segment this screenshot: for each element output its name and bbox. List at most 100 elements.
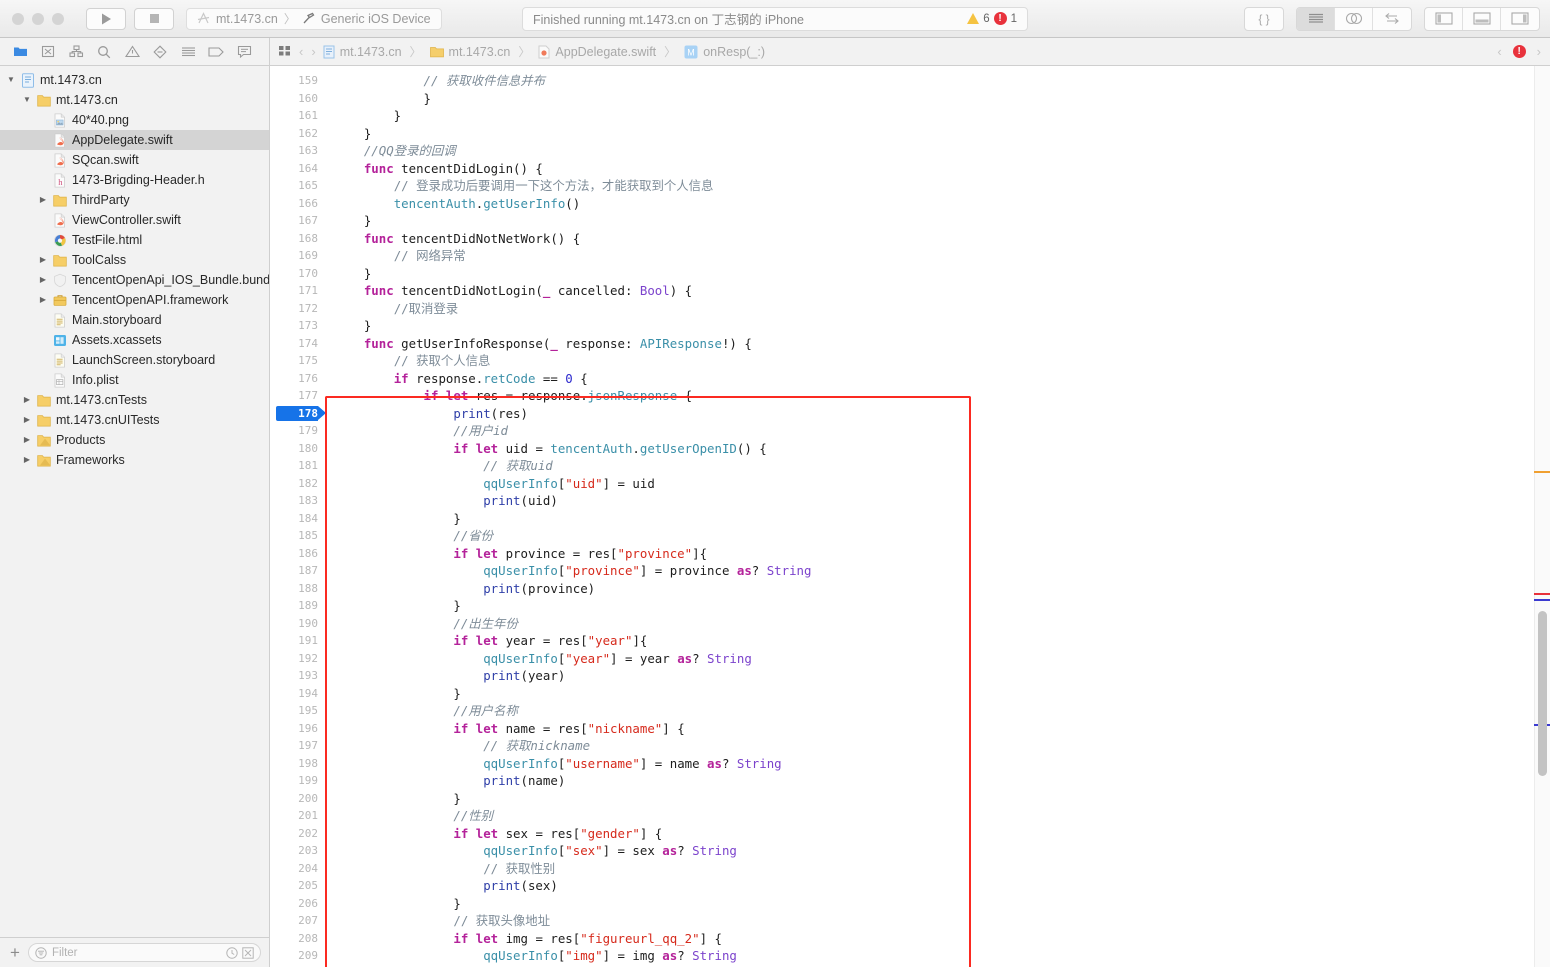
prev-issue-button[interactable]: ‹ bbox=[1496, 44, 1502, 59]
line-number[interactable]: 160 bbox=[270, 90, 318, 108]
code-content[interactable]: // 获取收件信息并布 } } } //QQ登录的回调 func tencent… bbox=[326, 66, 1550, 967]
line-number-gutter[interactable]: 159 160 161 162 163 164 165 166 167 168 169 170 171 1… bbox=[270, 66, 326, 967]
line-number[interactable]: 175 bbox=[270, 352, 318, 370]
standard-editor-icon[interactable] bbox=[1297, 7, 1335, 30]
window-controls[interactable] bbox=[0, 12, 64, 25]
line-number[interactable]: 180 bbox=[270, 440, 318, 458]
line-number[interactable]: 209 bbox=[270, 947, 318, 965]
navigator-row-main-storyboard[interactable]: ▸ Main.storyboard bbox=[0, 310, 269, 330]
test-navigator-icon[interactable] bbox=[148, 42, 172, 62]
code-line[interactable]: } bbox=[326, 597, 1550, 615]
code-line[interactable]: } bbox=[326, 265, 1550, 283]
line-number[interactable]: 178 bbox=[270, 405, 318, 423]
navigator-row-viewcontroller-swift[interactable]: ▸ ViewController.swift bbox=[0, 210, 269, 230]
code-line[interactable]: } bbox=[326, 510, 1550, 528]
code-line[interactable]: //省份 bbox=[326, 527, 1550, 545]
code-line[interactable]: } bbox=[326, 125, 1550, 143]
navigator-row-testfile-html[interactable]: ▸ TestFile.html bbox=[0, 230, 269, 250]
breadcrumb-symbol[interactable]: M onResp(_:) bbox=[684, 45, 765, 59]
line-number[interactable]: 192 bbox=[270, 650, 318, 668]
code-line[interactable]: } bbox=[326, 317, 1550, 335]
editor-vertical-scrollbar[interactable] bbox=[1534, 66, 1550, 967]
line-number[interactable]: 176 bbox=[270, 370, 318, 388]
line-number[interactable]: 193 bbox=[270, 667, 318, 685]
jump-bar[interactable]: ‹ › mt.1473.cn 〉 mt.1473.cn 〉 AppDelegat… bbox=[270, 38, 1550, 65]
code-line[interactable]: // 获取个人信息 bbox=[326, 352, 1550, 370]
disclosure-triangle-closed[interactable]: ▶ bbox=[22, 416, 32, 424]
code-line[interactable]: //性别 bbox=[326, 807, 1550, 825]
code-line[interactable]: print(sex) bbox=[326, 877, 1550, 895]
disclosure-triangle-closed[interactable]: ▶ bbox=[38, 296, 48, 304]
close-button[interactable] bbox=[12, 12, 24, 25]
code-line[interactable]: qqUserInfo["img"] = img as? String bbox=[326, 947, 1550, 965]
code-line[interactable]: print(res) bbox=[326, 405, 1550, 423]
folder-icon[interactable] bbox=[8, 42, 32, 62]
line-number[interactable]: 189 bbox=[270, 597, 318, 615]
code-line[interactable]: qqUserInfo["year"] = year as? String bbox=[326, 650, 1550, 668]
code-line[interactable]: qqUserInfo["username"] = name as? String bbox=[326, 755, 1550, 773]
code-line[interactable]: qqUserInfo["province"] = province as? St… bbox=[326, 562, 1550, 580]
code-line[interactable]: // 获取nickname bbox=[326, 737, 1550, 755]
navigator-filter-bar[interactable]: + Filter bbox=[0, 937, 269, 967]
code-line[interactable]: func tencentDidNotLogin(_ cancelled: Boo… bbox=[326, 282, 1550, 300]
symbol-navigator-icon[interactable] bbox=[64, 42, 88, 62]
line-number[interactable]: 190 bbox=[270, 615, 318, 633]
stop-button[interactable] bbox=[134, 7, 174, 30]
code-line[interactable]: } bbox=[326, 685, 1550, 703]
line-number[interactable]: 181 bbox=[270, 457, 318, 475]
line-number[interactable]: 186 bbox=[270, 545, 318, 563]
line-number[interactable]: 172 bbox=[270, 300, 318, 318]
line-number[interactable]: 173 bbox=[270, 317, 318, 335]
navigator-row-40-40-png[interactable]: ▸ 40*40.png bbox=[0, 110, 269, 130]
line-number[interactable]: 185 bbox=[270, 527, 318, 545]
code-line[interactable]: qqUserInfo["uid"] = uid bbox=[326, 475, 1550, 493]
project-tree[interactable]: ▼ mt.1473.cn ▼ mt.1473.cn ▸ 40*40.png ▸ AppDele… bbox=[0, 66, 269, 937]
line-number[interactable]: 203 bbox=[270, 842, 318, 860]
disclosure-triangle-closed[interactable]: ▶ bbox=[22, 396, 32, 404]
related-items-icon[interactable] bbox=[278, 44, 292, 60]
code-line[interactable]: if let year = res["year"]{ bbox=[326, 632, 1550, 650]
disclosure-triangle-closed[interactable]: ▶ bbox=[22, 456, 32, 464]
bottom-panel-icon[interactable] bbox=[1463, 7, 1501, 30]
line-number[interactable]: 208 bbox=[270, 930, 318, 948]
line-number[interactable]: 200 bbox=[270, 790, 318, 808]
left-panel-icon[interactable] bbox=[1425, 7, 1463, 30]
line-number[interactable]: 164 bbox=[270, 160, 318, 178]
code-line[interactable]: func tencentDidLogin() { bbox=[326, 160, 1550, 178]
line-number[interactable]: 165 bbox=[270, 177, 318, 195]
code-line[interactable]: // 获取性别 bbox=[326, 860, 1550, 878]
line-number[interactable]: 187 bbox=[270, 562, 318, 580]
code-line[interactable]: print(name) bbox=[326, 772, 1550, 790]
code-line[interactable]: if let img = res["figureurl_qq_2"] { bbox=[326, 930, 1550, 948]
navigator-row-mt-1473-cn[interactable]: ▼ mt.1473.cn bbox=[0, 90, 269, 110]
disclosure-triangle-closed[interactable]: ▶ bbox=[38, 276, 48, 284]
code-line[interactable]: print(uid) bbox=[326, 492, 1550, 510]
titlebar-right-controls[interactable]: { } bbox=[1244, 6, 1540, 31]
navigator-selector-bar[interactable] bbox=[0, 38, 270, 65]
code-line[interactable]: //取消登录 bbox=[326, 300, 1550, 318]
search-icon[interactable] bbox=[92, 42, 116, 62]
line-number[interactable]: 159 bbox=[270, 72, 318, 90]
run-button[interactable] bbox=[86, 7, 126, 30]
disclosure-triangle-open[interactable]: ▼ bbox=[22, 96, 32, 104]
line-number[interactable]: 201 bbox=[270, 807, 318, 825]
code-line[interactable]: // 获取收件信息并布 bbox=[326, 72, 1550, 90]
code-line[interactable]: } bbox=[326, 212, 1550, 230]
navigator-row-1473-brigding-header-h[interactable]: ▸ h 1473-Brigding-Header.h bbox=[0, 170, 269, 190]
breadcrumb-file[interactable]: AppDelegate.swift bbox=[538, 45, 656, 59]
code-line[interactable]: // 网络异常 bbox=[326, 247, 1550, 265]
line-number[interactable]: 196 bbox=[270, 720, 318, 738]
navigator-row-sqcan-swift[interactable]: ▸ SQcan.swift bbox=[0, 150, 269, 170]
line-number[interactable]: 171 bbox=[270, 282, 318, 300]
version-editor-icon[interactable] bbox=[1373, 8, 1411, 30]
navigator-row-frameworks[interactable]: ▶ Frameworks bbox=[0, 450, 269, 470]
line-number[interactable]: 167 bbox=[270, 212, 318, 230]
line-number[interactable]: 184 bbox=[270, 510, 318, 528]
source-editor[interactable]: 159 160 161 162 163 164 165 166 167 168 169 170 171 1… bbox=[270, 66, 1550, 967]
code-line[interactable]: } bbox=[326, 895, 1550, 913]
line-number[interactable]: 207 bbox=[270, 912, 318, 930]
line-number[interactable]: 194 bbox=[270, 685, 318, 703]
jumpbar-forward-button[interactable]: › bbox=[310, 44, 316, 59]
navigator-row-mt-1473-cnuitests[interactable]: ▶ mt.1473.cnUITests bbox=[0, 410, 269, 430]
right-panel-icon[interactable] bbox=[1501, 8, 1539, 30]
